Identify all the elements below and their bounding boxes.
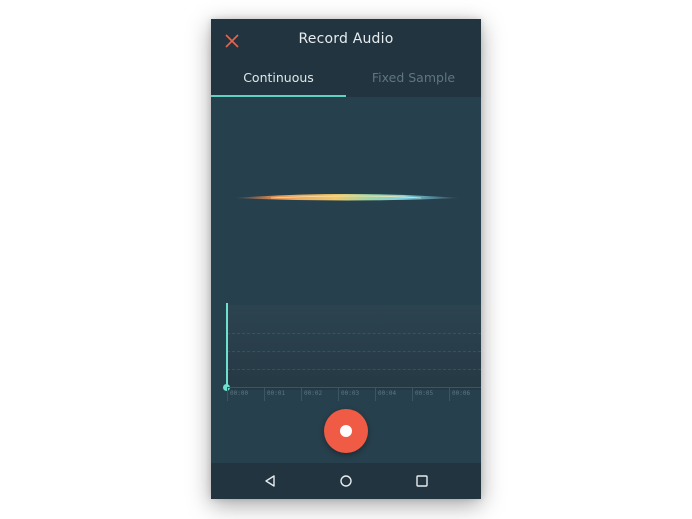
app-bar: Record Audio [211,19,481,63]
tab-bar: Continuous Fixed Sample [211,63,481,97]
grid-line [227,333,481,335]
tab-fixed-sample[interactable]: Fixed Sample [346,63,481,97]
record-button[interactable] [324,409,368,453]
timeline-tick: 00:00 [227,387,264,401]
record-icon [340,425,352,437]
back-triangle-icon[interactable] [260,471,280,491]
timeline-tick: 00:04 [375,387,412,401]
tab-continuous[interactable]: Continuous [211,63,346,97]
home-circle-icon[interactable] [336,471,356,491]
timeline-tick: 00:06 [449,387,481,401]
grid-line [227,351,481,353]
phone-screen: Record Audio Continuous Fixed Sample 00:… [211,19,481,499]
timeline-tick: 00:02 [301,387,338,401]
audio-waveform [233,194,461,201]
spectrogram [227,305,481,390]
grid-line [227,369,481,371]
visualization-area: 00:00 00:01 00:02 00:03 00:04 00:05 00:0… [211,97,481,401]
timeline-tick: 00:01 [264,387,301,401]
timeline-tick: 00:05 [412,387,449,401]
timeline-tick: 00:03 [338,387,375,401]
playhead[interactable] [226,303,228,387]
page-title: Record Audio [298,31,394,47]
system-nav-bar [211,463,481,499]
recents-square-icon[interactable] [412,471,432,491]
